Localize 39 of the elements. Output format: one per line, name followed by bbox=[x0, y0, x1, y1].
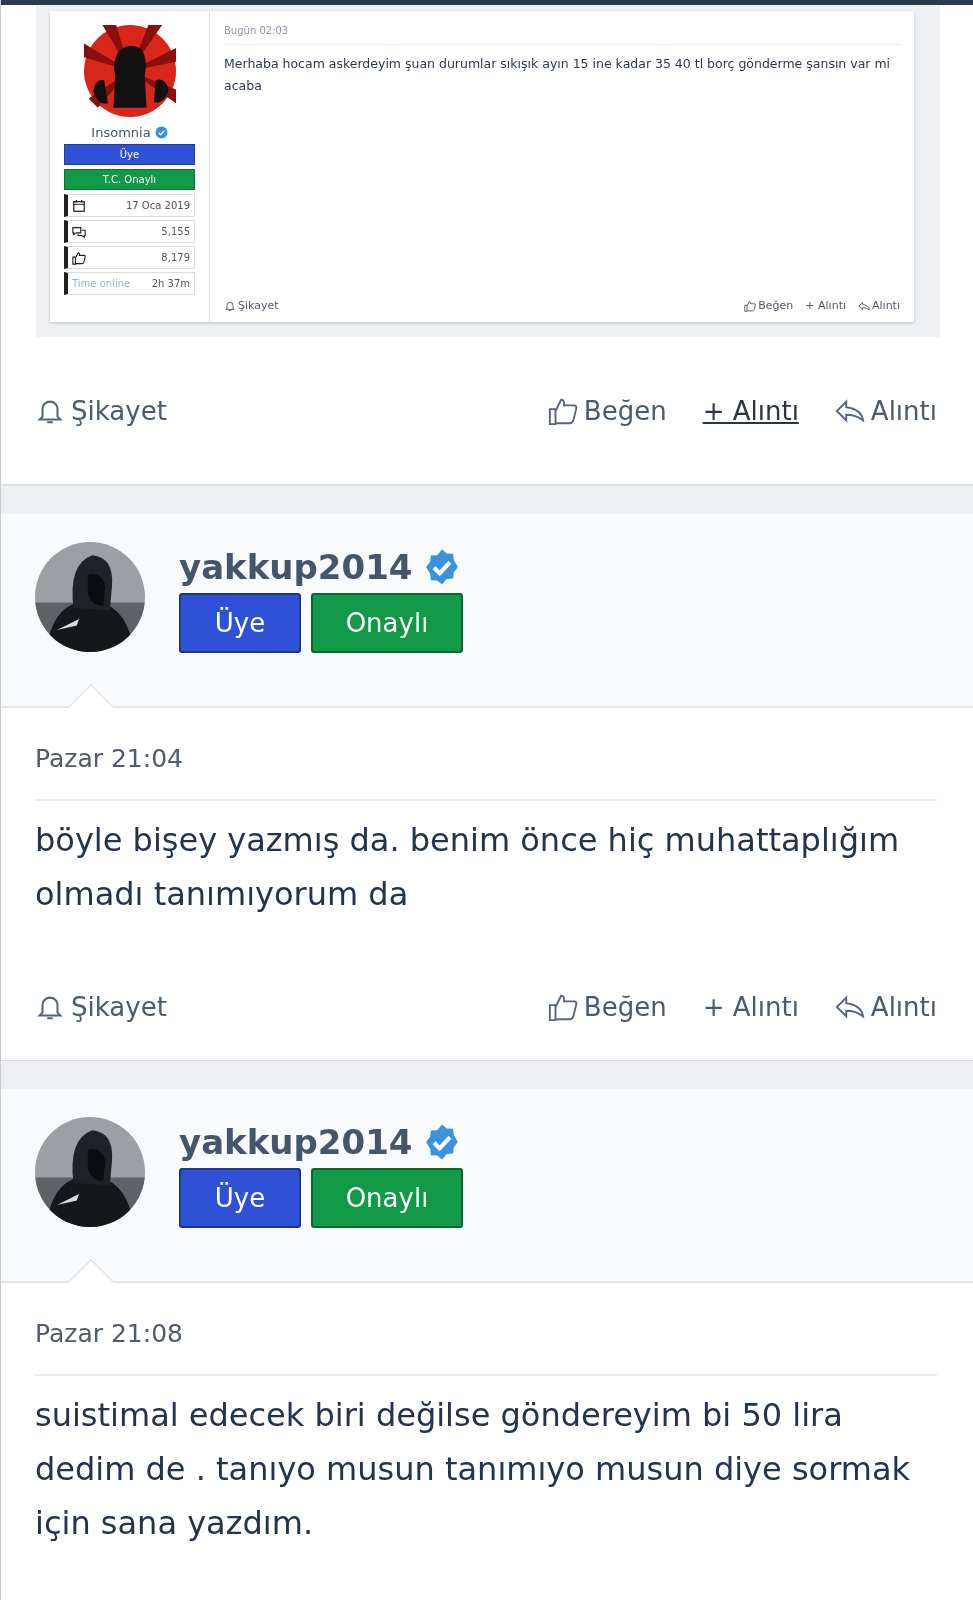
reply-link[interactable]: Alıntı bbox=[834, 992, 937, 1022]
user-banner: Üye bbox=[179, 593, 301, 653]
like-link[interactable]: Beğen bbox=[547, 395, 667, 426]
thumbs-up-icon bbox=[547, 992, 578, 1022]
quote-link[interactable]: + Alıntı bbox=[702, 992, 799, 1022]
post-date: Bugün 02:03 bbox=[224, 25, 900, 45]
bell-icon bbox=[224, 299, 236, 312]
message-text: suistimal edecek biri değilse göndereyim bi 50 lira dedim de . tanıyo musun tanımıyo musun diye sormak için sana yazdım. bbox=[35, 1395, 912, 1544]
reply-arrow-icon bbox=[858, 299, 870, 312]
reply-link[interactable]: Alıntı bbox=[858, 299, 900, 312]
username[interactable]: Insomnia bbox=[91, 125, 151, 140]
post-date: Pazar 21:04 bbox=[35, 736, 937, 801]
stat-label: Time online bbox=[72, 278, 131, 289]
quote-link[interactable]: + Alıntı bbox=[805, 299, 846, 312]
stat-value: 17 Oca 2019 bbox=[125, 200, 190, 211]
message-text: böyle bişey yazmış da. benim önce hiç muhattaplığım olmadı tanımıyorum da bbox=[35, 820, 901, 915]
like-link[interactable]: Beğen bbox=[744, 299, 794, 312]
post-date: Pazar 21:08 bbox=[35, 1311, 937, 1376]
quote-link[interactable]: + Alıntı bbox=[702, 395, 799, 426]
stat-value: 2h 37m bbox=[151, 278, 190, 289]
user-banner: Onaylı bbox=[311, 593, 463, 653]
like-link[interactable]: Beğen bbox=[547, 992, 667, 1022]
report-link[interactable]: Şikayet bbox=[224, 299, 279, 312]
user-banner: Üye bbox=[179, 1168, 301, 1228]
reply-link[interactable]: Alıntı bbox=[834, 395, 937, 426]
message-text: Merhaba hocam askerdeyim şuan durumlar sıkışık ayın 15 ine kadar 35 40 tl borç gönderme şansın var mi acaba bbox=[224, 55, 892, 95]
chat-icon bbox=[72, 224, 86, 239]
stat-value: 8,179 bbox=[161, 252, 190, 263]
username[interactable]: yakkup2014 bbox=[179, 547, 413, 587]
username[interactable]: yakkup2014 bbox=[179, 1122, 413, 1162]
user-banner: Onaylı bbox=[311, 1168, 463, 1228]
calendar-icon bbox=[72, 198, 86, 213]
thumbs-up-icon bbox=[72, 250, 86, 265]
report-link[interactable]: Şikayet bbox=[35, 395, 167, 426]
user-banner: Üye bbox=[64, 144, 195, 165]
user-banner: T.C. Onaylı bbox=[64, 169, 195, 190]
stat-value: 5,155 bbox=[161, 226, 190, 237]
report-link[interactable]: Şikayet bbox=[35, 992, 167, 1022]
thumbs-up-icon bbox=[744, 299, 757, 312]
